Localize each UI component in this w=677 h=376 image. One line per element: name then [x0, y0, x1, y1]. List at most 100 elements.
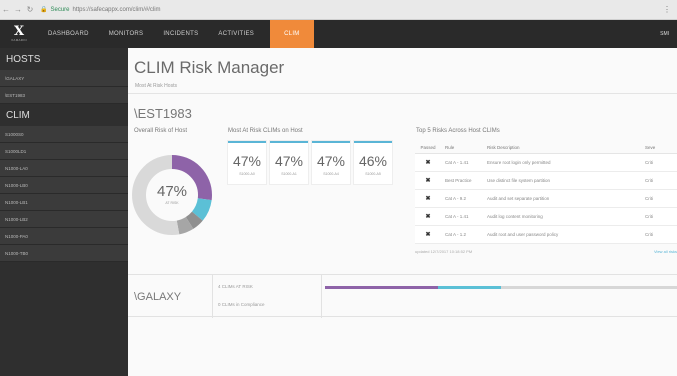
table-row[interactable]: ✖ Cat A - 1.41 Audit log content monitor… — [415, 208, 677, 226]
secure-label: Secure — [50, 6, 70, 13]
card-name: S1000-A4 — [323, 172, 339, 176]
clim-risk-card[interactable]: 47% S1000-A0 — [228, 141, 266, 184]
rule-cell: Cat A - 1.41 — [445, 214, 469, 219]
table-row[interactable]: ✖ Cat A - 1.41 Ensure root login only pe… — [415, 154, 677, 172]
clim-risk-card[interactable]: 46% S1000-A5 — [354, 141, 392, 184]
divider — [128, 93, 677, 94]
address-bar[interactable]: 🔒 Secure https://safecappx.com/clim/#/cl… — [40, 6, 161, 14]
failed-icon: ✖ — [425, 178, 431, 184]
description-cell: Audit log content monitoring — [487, 214, 543, 219]
sidebar-item-clim[interactable]: S1000LD1 — [0, 143, 128, 160]
main-content: CLIM Risk Manager Most At Risk Hosts \ES… — [128, 48, 677, 376]
clim-cards: 47% S1000-A0 47% S1000-A1 47% S1000-A4 4… — [228, 141, 392, 184]
sidebar-item-clim[interactable]: N1000-TB0 — [0, 245, 128, 262]
failed-icon: ✖ — [425, 196, 431, 202]
severity-cell: Criti — [645, 160, 653, 165]
divider — [321, 275, 322, 318]
sidebar-clim-heading: CLIM — [6, 109, 30, 121]
browser-menu-icon[interactable]: ⋮ — [663, 5, 671, 14]
severity-cell: Criti — [645, 214, 653, 219]
url-text: https://safecappx.com/clim/#/clim — [72, 6, 161, 13]
clims-in-compliance: 0 CLIMs in Compliance — [218, 302, 265, 307]
sidebar-item-clim[interactable]: N1000-LA0 — [0, 160, 128, 177]
sidebar: HOSTS \GALAXY \EST1983 CLIM S1000S0 S100… — [0, 48, 128, 376]
col-severity[interactable]: Seve — [643, 145, 677, 150]
description-cell: Audit and set separate partition — [487, 196, 550, 201]
card-value: 47% — [316, 153, 346, 169]
reload-icon[interactable]: ↻ — [24, 5, 36, 14]
card-value: 46% — [358, 153, 388, 169]
divider — [212, 275, 213, 318]
top-risks-table: Passed Rule Risk Description Seve ✖ Cat … — [415, 141, 677, 254]
progress-segment — [325, 286, 438, 289]
severity-cell: Criti — [645, 196, 653, 201]
rule-cell: Cat A - 1.2 — [445, 232, 467, 237]
rule-cell: Best Practice — [445, 178, 472, 183]
back-icon[interactable]: ← — [0, 5, 12, 14]
card-value: 47% — [274, 153, 304, 169]
sidebar-item-host[interactable]: \GALAXY — [0, 70, 128, 87]
failed-icon: ✖ — [425, 160, 431, 166]
top-navigation: X XAMARIN DASHBOARD MONITORS INCIDENTS A… — [0, 20, 677, 48]
severity-cell: Criti — [645, 232, 653, 237]
table-row[interactable]: ✖ Cat A - 9.2 Audit and set separate par… — [415, 190, 677, 208]
logo[interactable]: X XAMARIN — [0, 20, 38, 48]
table-header: Passed Rule Risk Description Seve — [415, 141, 677, 154]
col-rule[interactable]: Rule — [441, 145, 483, 150]
card-name: S1000-A0 — [239, 172, 255, 176]
page-title: CLIM Risk Manager — [134, 58, 285, 77]
sidebar-hosts-heading: HOSTS — [6, 53, 41, 65]
host-name: \GALAXY — [134, 291, 182, 303]
sidebar-item-clim[interactable]: S1000S0 — [0, 126, 128, 143]
severity-cell: Criti — [645, 178, 653, 183]
col-passed[interactable]: Passed — [415, 145, 441, 150]
nav-activities[interactable]: ACTIVITIES — [208, 20, 264, 48]
table-footer: updated 12/7/2017 10:18:52 PM View all r… — [415, 249, 677, 254]
overall-risk-label: Overall Risk of Host — [134, 128, 188, 134]
failed-icon: ✖ — [425, 214, 431, 220]
table-row[interactable]: ✖ Best Practice Use distinct file system… — [415, 172, 677, 190]
sidebar-item-clim[interactable]: N1000-LB2 — [0, 211, 128, 228]
clims-at-risk: 4 CLIMs AT RISK — [218, 284, 253, 289]
nav-dashboard[interactable]: DASHBOARD — [38, 20, 99, 48]
at-risk-clims-label: Most At Risk CLIMs on Host — [228, 128, 303, 134]
progress-segment — [437, 286, 501, 289]
sidebar-item-clim[interactable]: N1000-LB1 — [0, 194, 128, 211]
description-cell: Ensure root login only permitted — [487, 160, 551, 165]
view-all-risks-link[interactable]: View all risks — [654, 249, 677, 254]
rule-cell: Cat A - 9.2 — [445, 196, 467, 201]
nav-incidents[interactable]: INCIDENTS — [153, 20, 208, 48]
risk-progress-bar — [325, 286, 677, 289]
card-name: S1000-A5 — [365, 172, 381, 176]
card-name: S1000-A1 — [281, 172, 297, 176]
card-value: 47% — [232, 153, 262, 169]
nav-monitors[interactable]: MONITORS — [99, 20, 154, 48]
host-name: \EST1983 — [134, 106, 192, 121]
failed-icon: ✖ — [425, 232, 431, 238]
browser-bar: ← → ↻ 🔒 Secure https://safecappx.com/cli… — [0, 0, 677, 20]
logo-subtitle: XAMARIN — [11, 38, 27, 42]
overall-risk-donut: 47% AT RISK — [132, 141, 218, 251]
logo-mark: X — [13, 24, 25, 39]
description-cell: Use distinct file system partition — [487, 178, 551, 183]
clim-risk-card[interactable]: 47% S1000-A4 — [312, 141, 350, 184]
user-menu[interactable]: SMI — [660, 31, 669, 37]
host-row[interactable]: \GALAXY 4 CLIMs AT RISK 0 CLIMs in Compl… — [128, 274, 677, 318]
updated-timestamp: updated 12/7/2017 10:18:52 PM — [415, 249, 473, 254]
donut-sublabel: AT RISK — [165, 201, 179, 205]
table-row[interactable]: ✖ Cat A - 1.2 Audit root and user passwo… — [415, 226, 677, 244]
sidebar-item-host[interactable]: \EST1983 — [0, 87, 128, 104]
description-cell: Audit root and user password policy — [487, 232, 559, 237]
breadcrumb[interactable]: Most At Risk Hosts — [135, 83, 177, 89]
col-description[interactable]: Risk Description — [483, 145, 643, 150]
forward-icon[interactable]: → — [12, 5, 24, 14]
nav-clim[interactable]: CLIM — [270, 20, 314, 48]
rule-cell: Cat A - 1.41 — [445, 160, 469, 165]
clim-risk-card[interactable]: 47% S1000-A1 — [270, 141, 308, 184]
donut-value: 47% — [156, 183, 188, 200]
sidebar-item-clim[interactable]: N1000-PA0 — [0, 228, 128, 245]
lock-icon: 🔒 — [40, 7, 48, 13]
top-risks-label: Top 5 Risks Across Host CLIMs — [416, 128, 500, 134]
sidebar-item-clim[interactable]: N1000-LB0 — [0, 177, 128, 194]
progress-segment — [500, 286, 677, 289]
